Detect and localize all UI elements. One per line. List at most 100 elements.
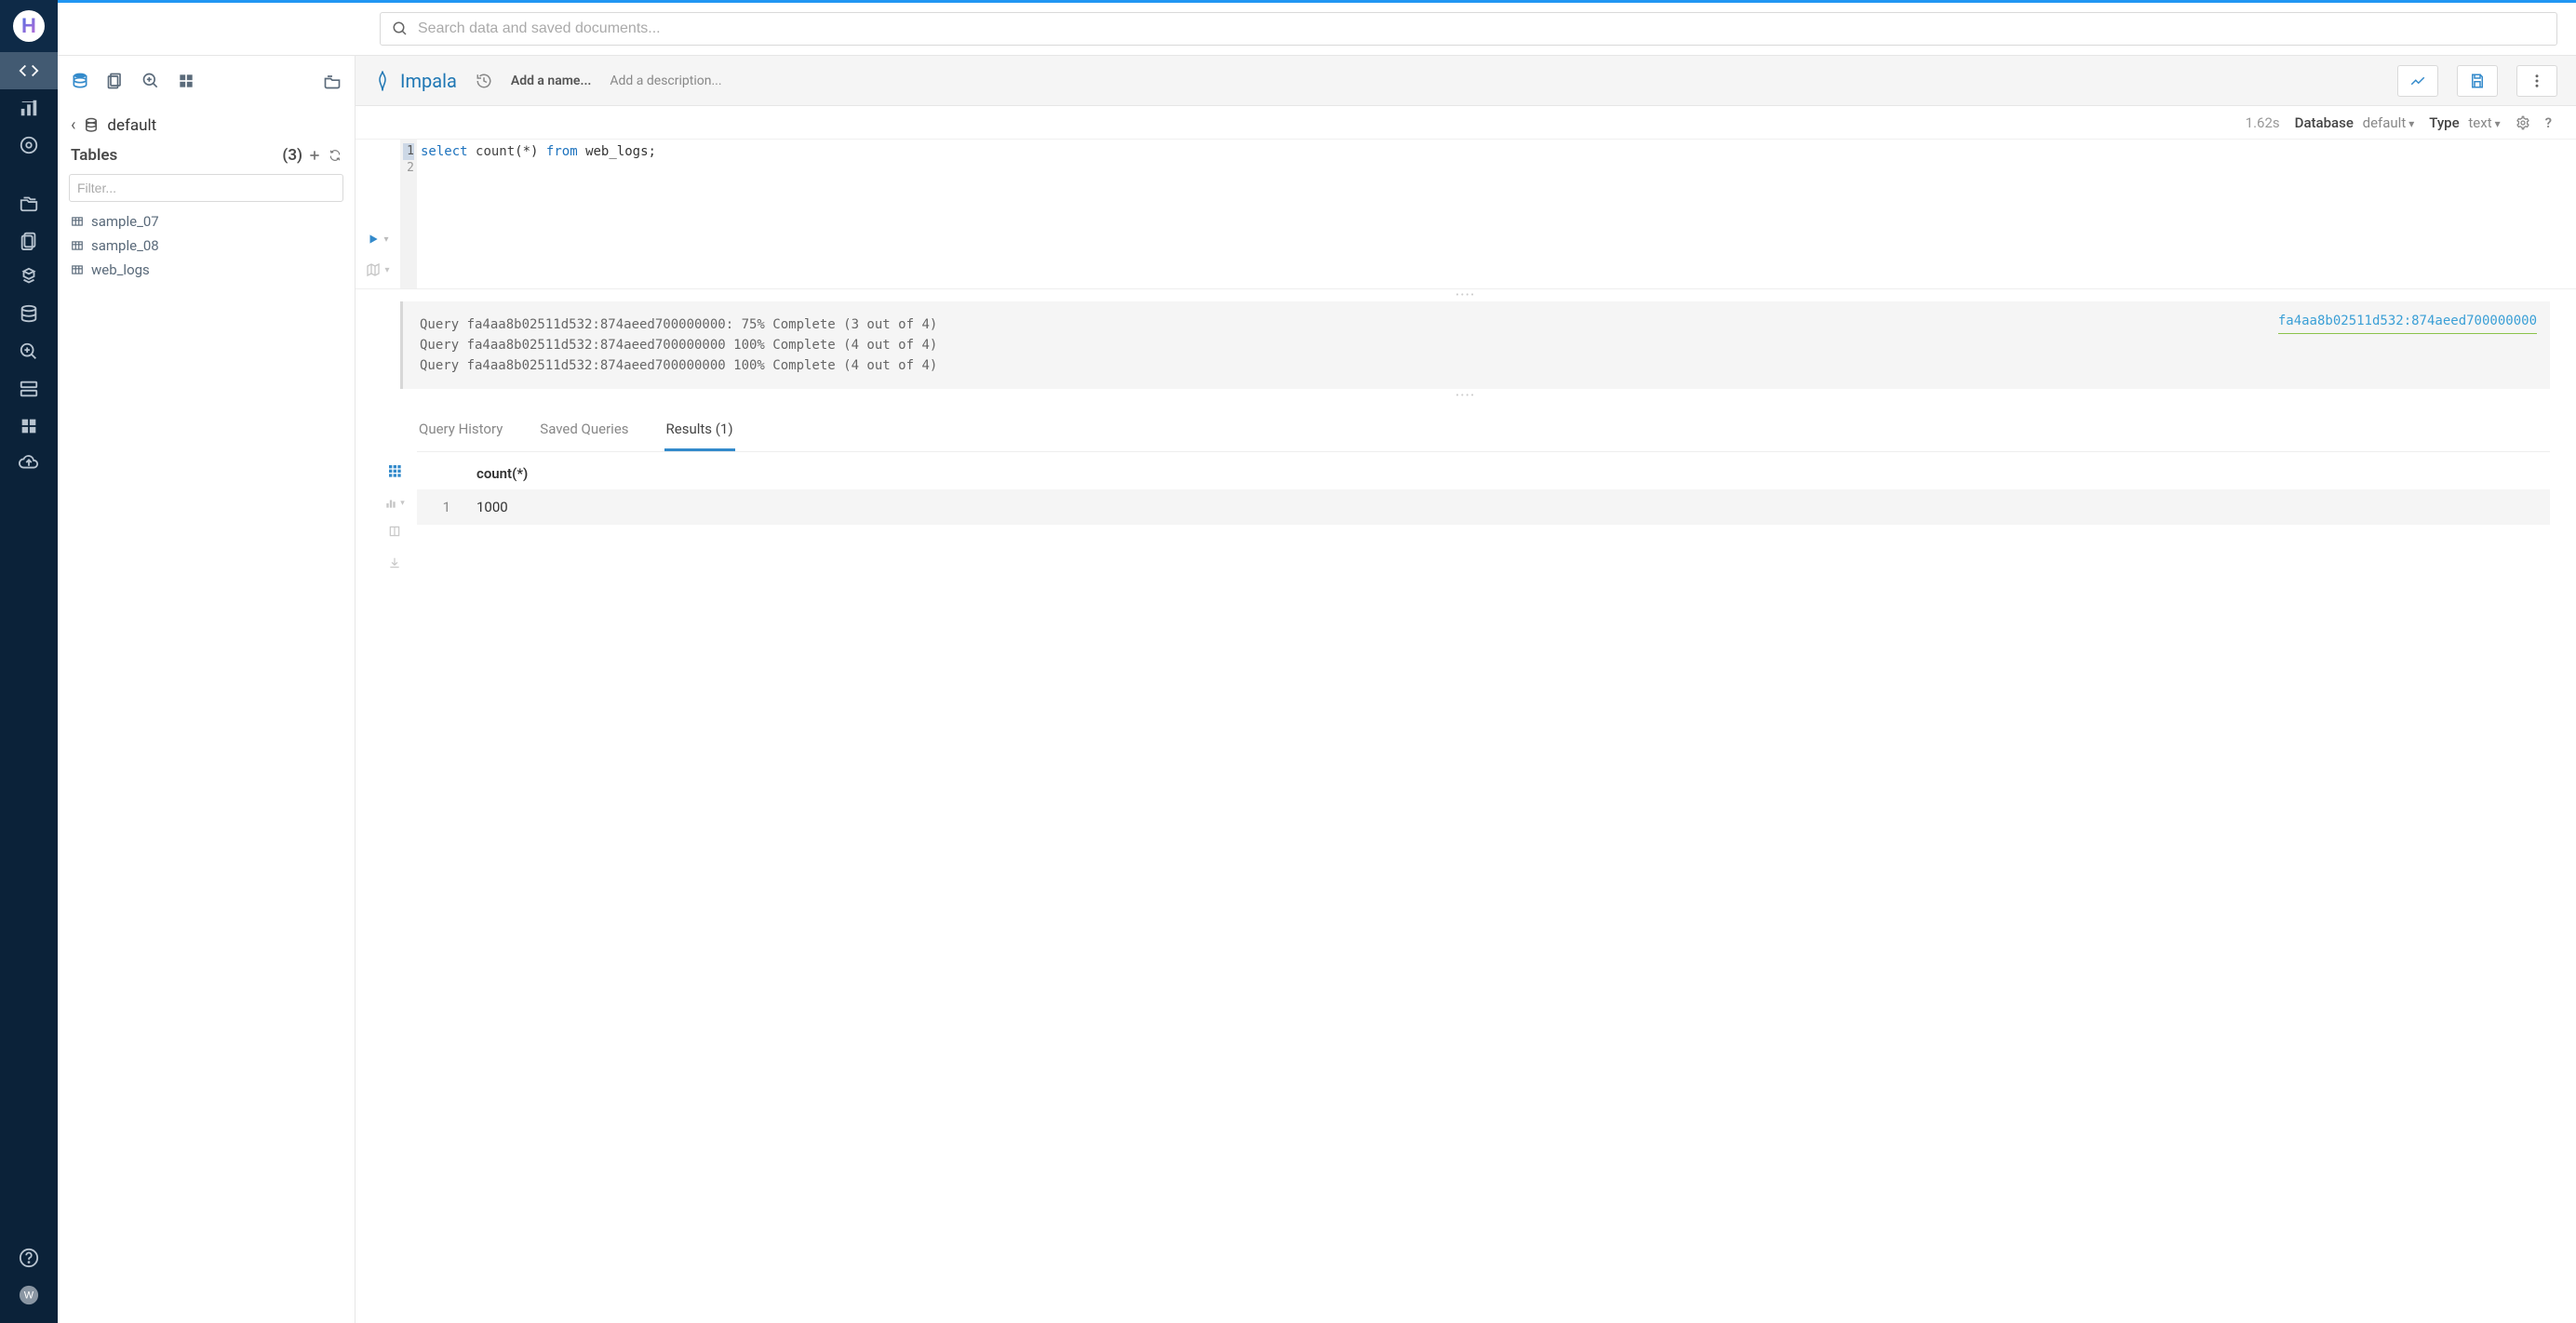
table-row[interactable]: 1 1000 (417, 489, 2550, 525)
table-icon (71, 215, 84, 228)
sources-db-icon[interactable] (71, 72, 89, 90)
chart-button[interactable] (2397, 65, 2438, 97)
nav-files[interactable] (0, 184, 58, 221)
tab-results[interactable]: Results (1) (664, 411, 735, 451)
sources-files-icon[interactable] (106, 72, 125, 90)
table-icon (71, 239, 84, 252)
query-log: Query fa4aa8b02511d532:874aeed700000000:… (400, 301, 2550, 389)
cloud-upload-icon (19, 453, 39, 474)
nav-disc[interactable] (0, 127, 58, 164)
history-icon[interactable] (476, 73, 492, 89)
book-icon (388, 525, 401, 538)
nav-editor[interactable] (0, 52, 58, 89)
results-table: count(*) 1 1000 (417, 458, 2550, 573)
results-tabs: Query History Saved Queries Results (1) (417, 411, 2550, 452)
tables-heading: Tables (71, 146, 117, 165)
save-icon (2469, 73, 2486, 89)
table-name: web_logs (91, 261, 150, 278)
table-name: sample_08 (91, 237, 159, 254)
engine-name[interactable]: Impala (400, 70, 457, 92)
table-item[interactable]: sample_07 (69, 209, 343, 234)
code-fn: count (476, 144, 515, 159)
view-chart-button[interactable]: ▾ (384, 497, 405, 510)
table-item[interactable]: sample_08 (69, 234, 343, 258)
editor-subbar: 1.62s Database default Type text ? (356, 106, 2576, 140)
more-button[interactable] (2516, 65, 2557, 97)
clipboard-icon (19, 230, 39, 250)
nav-server[interactable] (0, 370, 58, 408)
nav-clipboard[interactable] (0, 221, 58, 259)
code-editor[interactable]: 12 select count(*) from web_logs; (400, 140, 2576, 288)
log-line: Query fa4aa8b02511d532:874aeed700000000 … (420, 355, 2533, 376)
database-icon (83, 117, 100, 134)
tab-saved-queries[interactable]: Saved Queries (538, 411, 630, 451)
search-icon (392, 20, 409, 37)
add-description-button[interactable]: Add a description... (610, 74, 721, 88)
resize-handle[interactable]: •••• (356, 288, 2576, 301)
tables-count: (3) (282, 146, 302, 165)
sources-docs-icon[interactable] (323, 72, 342, 90)
explain-button[interactable]: ▾ (366, 262, 389, 277)
sources-search-icon[interactable] (141, 72, 160, 90)
settings-icon[interactable] (2516, 115, 2530, 130)
cubes-icon (19, 267, 39, 287)
sources-apps-icon[interactable] (177, 72, 195, 90)
search-plus-icon (19, 341, 39, 362)
table-list: sample_07 sample_08 web_logs (58, 209, 355, 282)
nav-help[interactable] (0, 1239, 58, 1276)
nav-apps[interactable] (0, 408, 58, 445)
column-header[interactable]: count(*) (463, 458, 2550, 489)
chevron-down-icon: ▾ (383, 234, 388, 245)
nav-cubes[interactable] (0, 259, 58, 296)
view-book-button[interactable] (388, 525, 401, 541)
assist-panel: ‹ default Tables (3) (58, 56, 356, 1323)
nav-database[interactable] (0, 296, 58, 333)
tables-filter-input[interactable] (69, 174, 343, 202)
download-icon (388, 556, 401, 569)
add-name-button[interactable]: Add a name... (511, 74, 592, 88)
search-input[interactable] (418, 20, 2545, 37)
left-nav: W (0, 0, 58, 1323)
database-icon (19, 304, 39, 325)
save-button[interactable] (2457, 65, 2498, 97)
server-icon (19, 379, 39, 399)
run-button[interactable]: ▾ (367, 233, 388, 246)
add-table-icon[interactable] (308, 149, 321, 162)
barchart-icon (384, 497, 397, 510)
row-number-header (417, 458, 463, 489)
editor-area: Impala Add a name... Add a description..… (356, 56, 2576, 1323)
database-select[interactable]: default (2363, 114, 2415, 131)
folders-icon (19, 193, 39, 213)
refresh-tables-icon[interactable] (329, 149, 342, 162)
nav-user[interactable]: W (0, 1276, 58, 1314)
help-circle-icon (19, 1248, 39, 1268)
type-select[interactable]: text (2468, 114, 2500, 131)
breadcrumb-db-name[interactable]: default (107, 116, 156, 135)
global-search[interactable] (380, 12, 2557, 46)
nav-cloud-upload[interactable] (0, 445, 58, 482)
code-text: ; (649, 144, 656, 159)
play-icon (367, 233, 380, 246)
breadcrumb-back[interactable]: ‹ (71, 115, 75, 135)
tab-query-history[interactable]: Query History (417, 411, 504, 451)
query-id-link[interactable]: fa4aa8b02511d532:874aeed700000000 (2278, 311, 2537, 334)
view-grid-button[interactable] (387, 463, 402, 482)
log-line: Query fa4aa8b02511d532:874aeed700000000 … (420, 335, 2533, 355)
download-results-button[interactable] (388, 556, 401, 573)
grid-icon (19, 416, 39, 436)
app-logo[interactable] (0, 0, 58, 52)
row-number: 1 (417, 489, 463, 525)
topbar (58, 3, 2576, 56)
resize-handle[interactable]: •••• (356, 389, 2576, 402)
table-name: sample_07 (91, 213, 159, 230)
help-icon[interactable]: ? (2545, 114, 2552, 131)
nav-search-data[interactable] (0, 333, 58, 370)
barchart-up-icon (19, 98, 39, 118)
nav-dashboard[interactable] (0, 89, 58, 127)
code-text: (*) (515, 144, 538, 159)
table-item[interactable]: web_logs (69, 258, 343, 282)
editor-header: Impala Add a name... Add a description..… (356, 56, 2576, 106)
type-label: Type (2429, 114, 2459, 131)
disc-icon (19, 135, 39, 155)
cell-value: 1000 (463, 489, 2550, 525)
